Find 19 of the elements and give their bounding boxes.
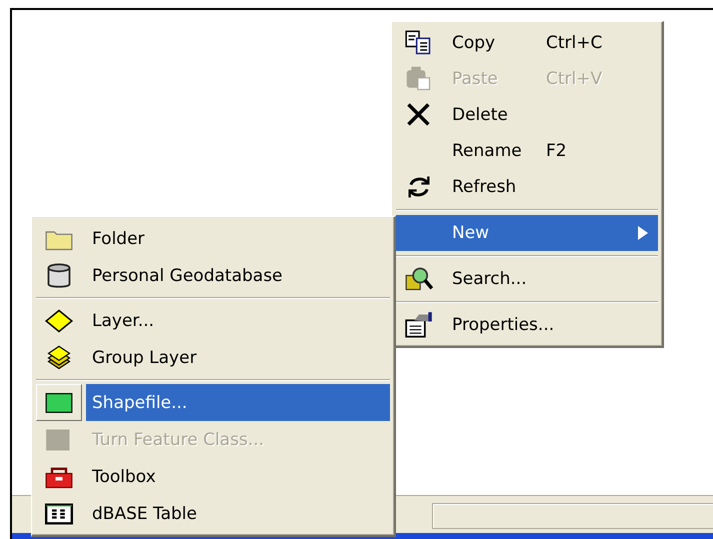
menu-item[interactable]: Group Layer <box>36 339 390 376</box>
menu-item[interactable]: Folder <box>36 220 390 257</box>
menu-item[interactable]: dBASE Table <box>36 495 390 532</box>
menu-item[interactable]: Properties... <box>396 307 658 343</box>
diamond-icon <box>44 306 74 334</box>
menu-item[interactable]: Search... <box>396 261 658 297</box>
menu-item[interactable]: Toolbox <box>36 458 390 495</box>
menu-item[interactable]: Layer... <box>36 302 390 339</box>
menu-item[interactable]: Copy Ctrl+C <box>396 25 658 61</box>
shortcut-text: Ctrl+V <box>546 69 604 89</box>
menu-item[interactable]: Delete <box>396 97 658 133</box>
menu-item[interactable]: Rename F2 <box>396 133 658 169</box>
search-icon <box>404 265 434 293</box>
submenu-arrow-icon <box>638 226 648 240</box>
menu-item[interactable]: Refresh <box>396 169 658 205</box>
menu-item[interactable]: Personal Geodatabase <box>36 257 390 294</box>
shortcut-text: F2 <box>546 141 568 161</box>
shortcut-text: Ctrl+C <box>546 33 604 53</box>
properties-icon <box>404 311 434 339</box>
